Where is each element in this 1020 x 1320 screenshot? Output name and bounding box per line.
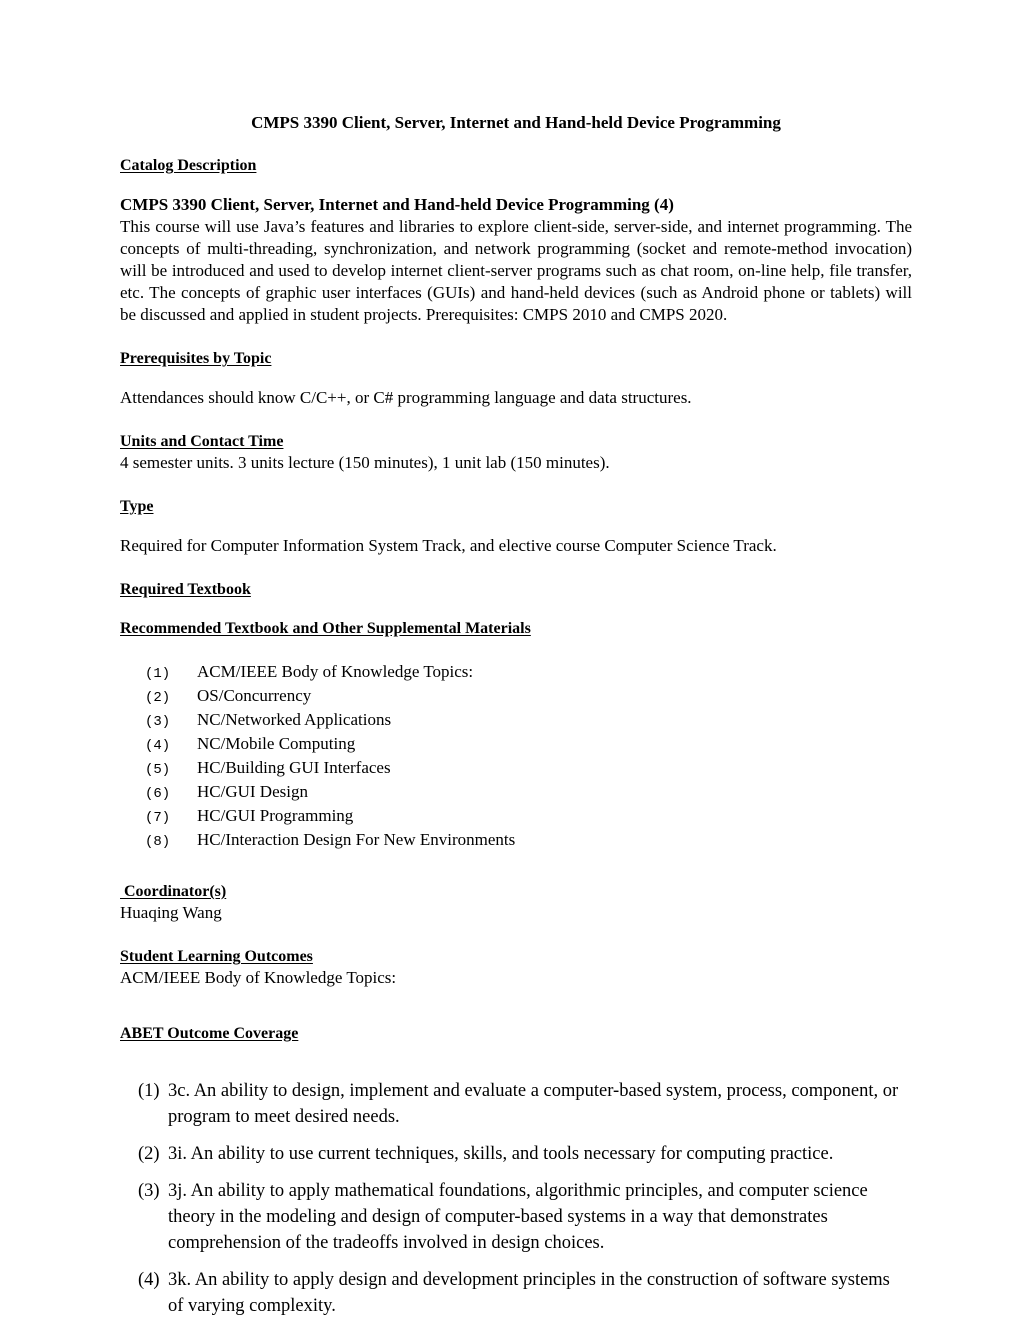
type-paragraph: Required for Computer Information System… xyxy=(120,536,777,555)
list-item-label: OS/Concurrency xyxy=(197,686,312,705)
list-item-label: HC/Building GUI Interfaces xyxy=(197,758,391,777)
list-item-marker: (4) xyxy=(145,738,171,754)
section-required-textbook-header: Required Textbook xyxy=(120,579,912,600)
list-item-marker: (4) xyxy=(138,1270,160,1290)
list-item: (3) NC/Networked Applications xyxy=(120,709,912,733)
list-item-label: 3j. An ability to apply mathematical fou… xyxy=(168,1181,868,1253)
list-item-label: HC/GUI Design xyxy=(197,782,308,801)
section-coordinator-header: Coordinator(s) xyxy=(120,881,912,902)
student-learning-outcomes-paragraph: ACM/IEEE Body of Knowledge Topics: xyxy=(120,968,397,987)
list-item-marker: (3) xyxy=(138,1181,160,1201)
heading-student-learning-outcomes: Student Learning Outcomes xyxy=(120,948,313,965)
heading-abet-outcome-coverage: ABET Outcome Coverage xyxy=(120,1025,299,1042)
heading-recommended-textbook: Recommended Textbook and Other Supplemen… xyxy=(120,620,531,637)
heading-units-and-contact-time: Units and Contact Time xyxy=(120,433,284,450)
list-item: (1) ACM/IEEE Body of Knowledge Topics: xyxy=(120,661,912,685)
list-item: (4) NC/Mobile Computing xyxy=(120,733,912,757)
list-item-marker: (1) xyxy=(138,1081,160,1101)
list-item-marker: (2) xyxy=(145,690,171,706)
prerequisites-paragraph: Attendances should know C/C++, or C# pro… xyxy=(120,388,692,407)
list-item-label: 3c. An ability to design, implement and … xyxy=(168,1081,899,1127)
list-item: (2) OS/Concurrency xyxy=(120,685,912,709)
heading-required-textbook: Required Textbook xyxy=(120,581,251,598)
list-item: (4) 3k. An ability to apply design and d… xyxy=(120,1267,912,1319)
list-item-label: HC/Interaction Design For New Environmen… xyxy=(197,830,516,849)
heading-coordinators: Coordinator(s) xyxy=(120,883,227,900)
course-title-line: CMPS 3390 Client, Server, Internet and H… xyxy=(120,195,674,214)
list-item-label: 3k. An ability to apply design and devel… xyxy=(168,1270,890,1316)
list-item-marker: (7) xyxy=(145,810,171,826)
section-prerequisites-header: Prerequisites by Topic xyxy=(120,348,912,369)
section-recommended-textbook-header: Recommended Textbook and Other Supplemen… xyxy=(120,618,912,639)
list-item: (1) 3c. An ability to design, implement … xyxy=(120,1078,912,1130)
document-page: CMPS 3390 Client, Server, Internet and H… xyxy=(0,0,1020,1320)
list-item-label: ACM/IEEE Body of Knowledge Topics: xyxy=(197,662,474,681)
list-item-marker: (8) xyxy=(145,834,171,850)
heading-type: Type xyxy=(120,498,154,515)
section-abet-header: ABET Outcome Coverage xyxy=(120,1023,912,1044)
coordinator-name: Huaqing Wang xyxy=(120,903,222,922)
list-item: (3) 3j. An ability to apply mathematical… xyxy=(120,1178,912,1256)
section-catalog-description-header: Catalog Description xyxy=(120,155,912,176)
document-content: CMPS 3390 Client, Server, Internet and H… xyxy=(120,112,912,1319)
list-item-marker: (2) xyxy=(138,1144,160,1164)
list-item: (6) HC/GUI Design xyxy=(120,781,912,805)
heading-prerequisites-by-topic: Prerequisites by Topic xyxy=(120,350,272,367)
list-item-label: 3i. An ability to use current techniques… xyxy=(168,1144,834,1164)
section-student-learning-outcomes-header: Student Learning Outcomes xyxy=(120,946,912,967)
list-item-label: HC/GUI Programming xyxy=(197,806,354,825)
knowledge-topics-list: (1) ACM/IEEE Body of Knowledge Topics: (… xyxy=(120,661,912,853)
catalog-description-paragraph: This course will use Java’s features and… xyxy=(120,217,912,324)
list-item: (5) HC/Building GUI Interfaces xyxy=(120,757,912,781)
list-item-marker: (6) xyxy=(145,786,171,802)
section-type-header: Type xyxy=(120,496,912,517)
list-item-marker: (1) xyxy=(145,666,171,682)
abet-outcomes-list: (1) 3c. An ability to design, implement … xyxy=(120,1078,912,1319)
list-item-label: NC/Mobile Computing xyxy=(197,734,356,753)
list-item-label: NC/Networked Applications xyxy=(197,710,392,729)
list-item-marker: (3) xyxy=(145,714,171,730)
units-paragraph: 4 semester units. 3 units lecture (150 m… xyxy=(120,453,610,472)
list-item-marker: (5) xyxy=(145,762,171,778)
page-title: CMPS 3390 Client, Server, Internet and H… xyxy=(251,113,781,132)
list-item: (7) HC/GUI Programming xyxy=(120,805,912,829)
list-item: (8) HC/Interaction Design For New Enviro… xyxy=(120,829,912,853)
heading-catalog-description: Catalog Description xyxy=(120,157,257,174)
list-item: (2) 3i. An ability to use current techni… xyxy=(120,1141,912,1167)
section-units-header: Units and Contact Time xyxy=(120,431,912,452)
